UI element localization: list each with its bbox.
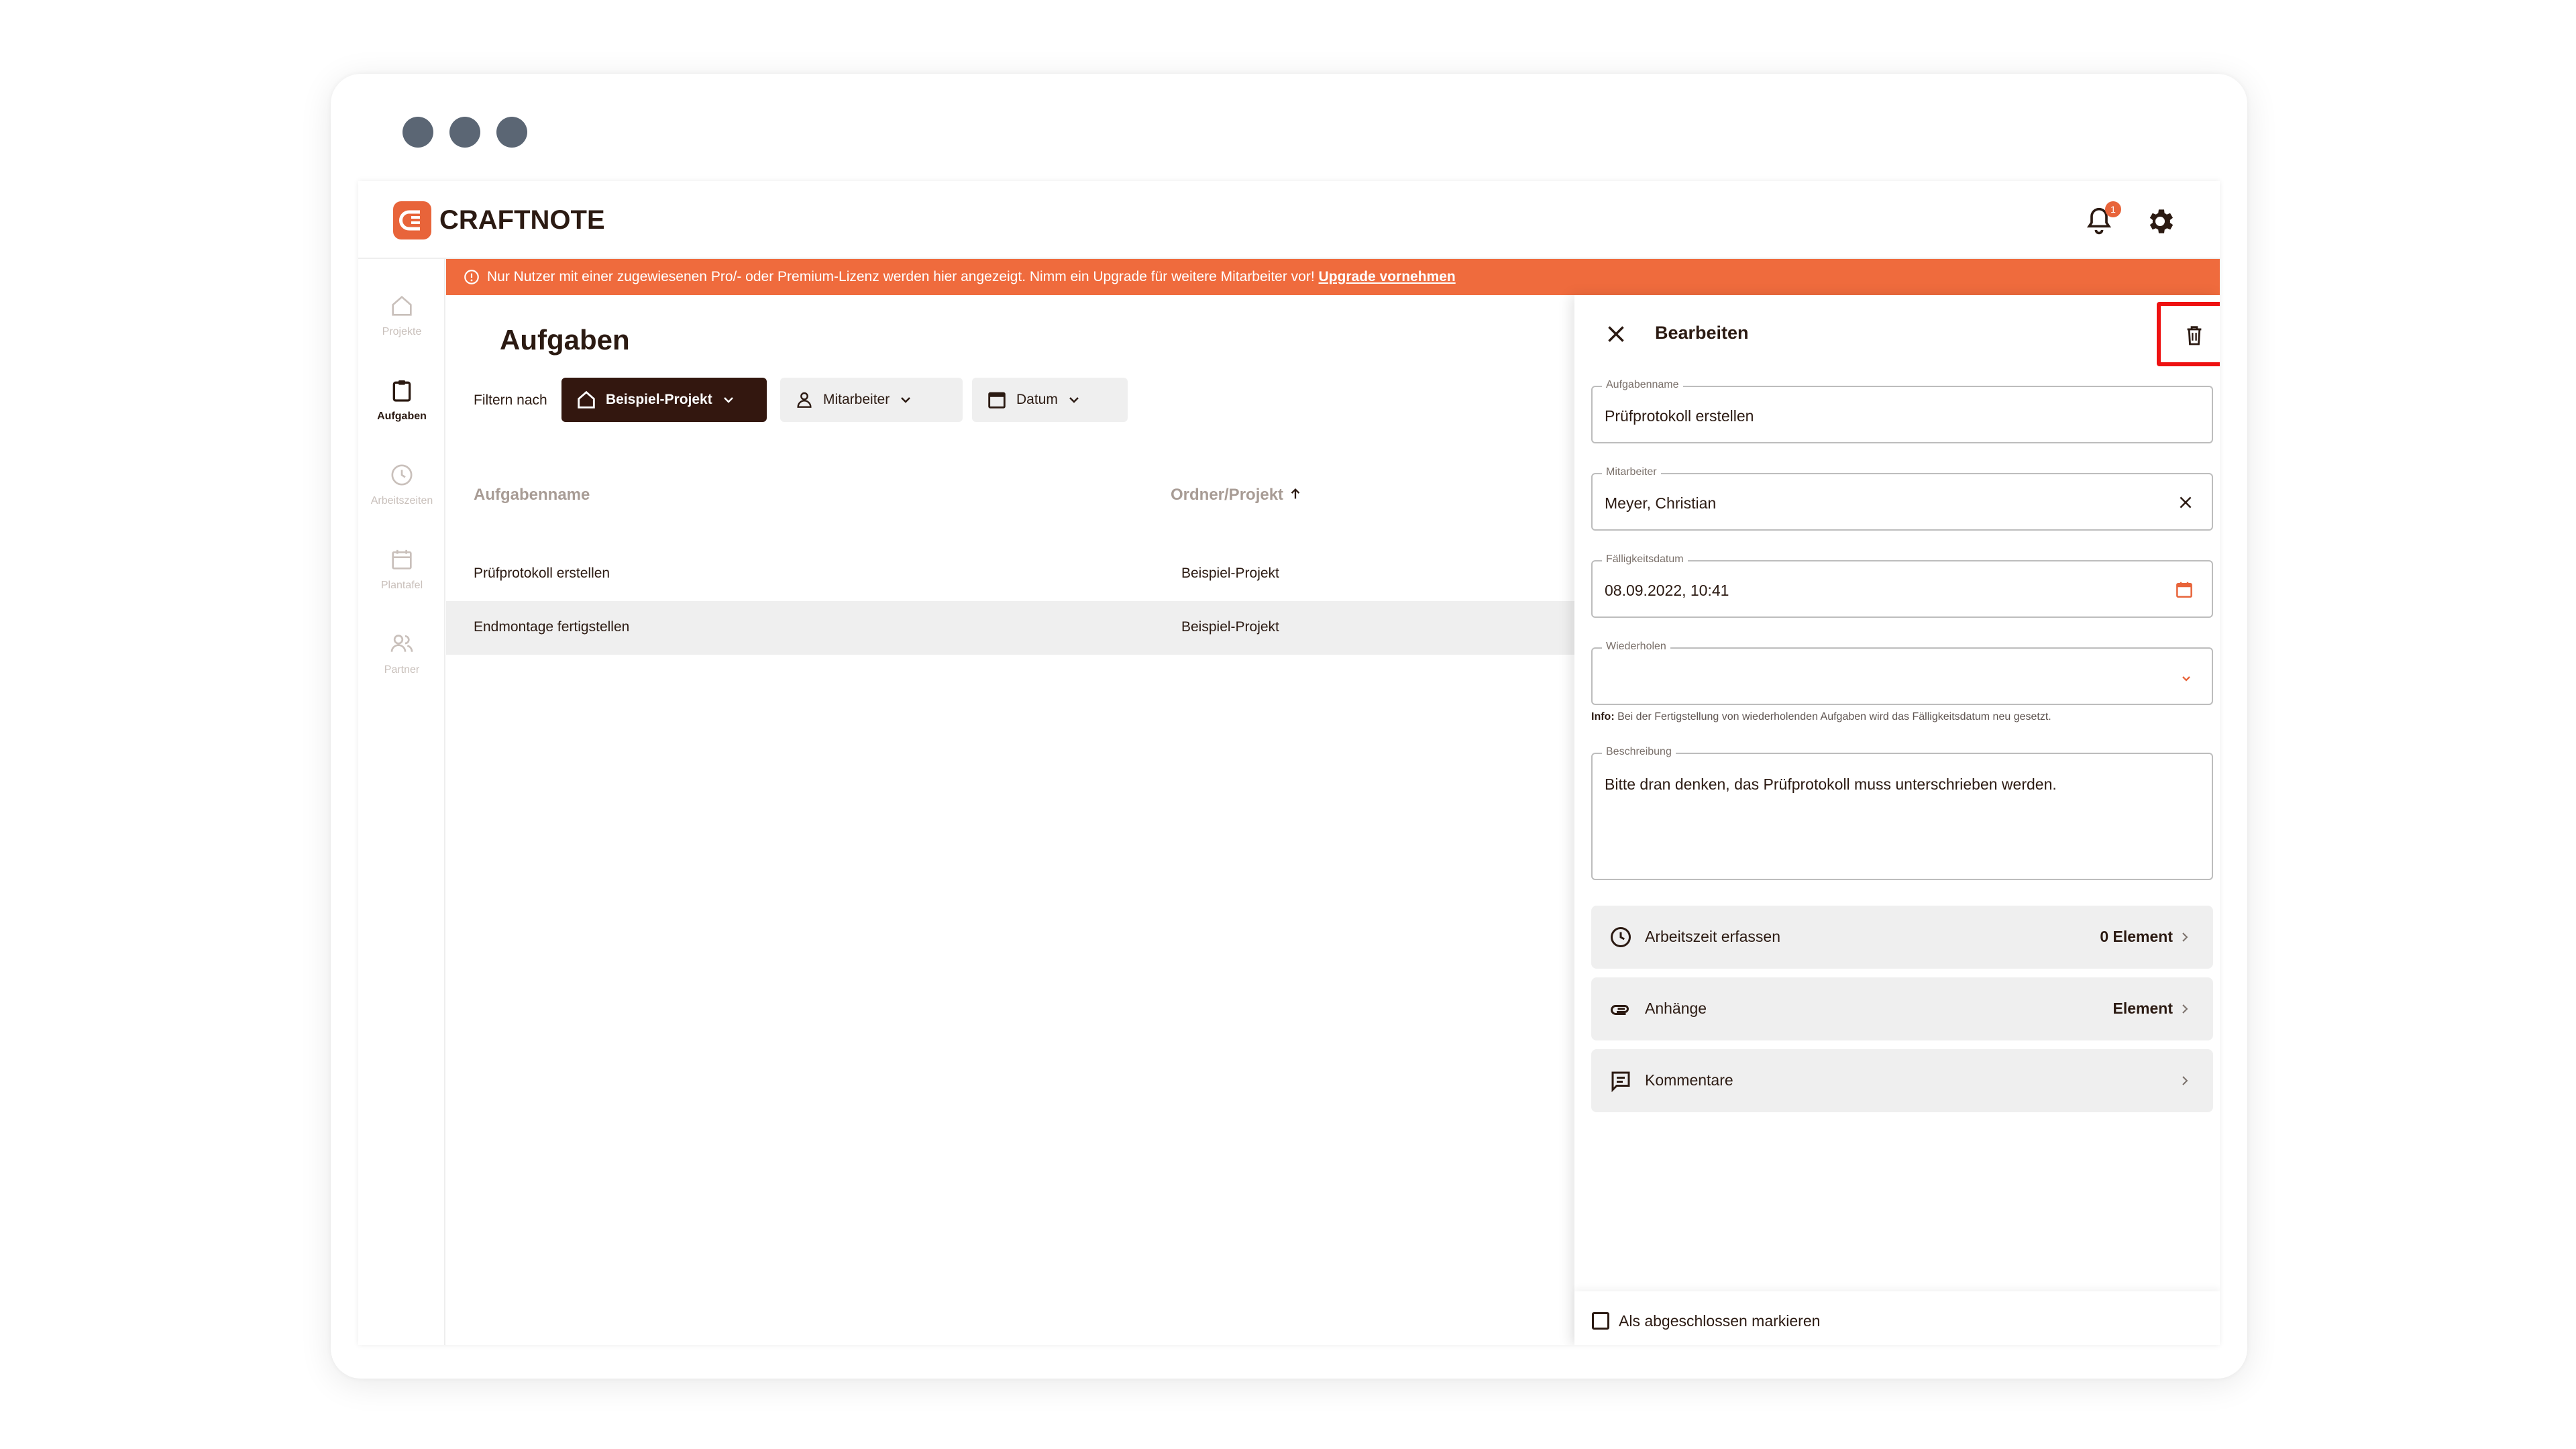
action-label: Arbeitszeit erfassen [1645, 928, 1780, 945]
chevron-down-icon [2182, 676, 2190, 682]
task-name-cell: Prüfprotokoll erstellen [474, 566, 610, 581]
filter-label-employee: Mitarbeiter [823, 392, 890, 407]
table-row[interactable]: Prüfprotokoll erstellen Beispiel-Projekt [446, 547, 1574, 601]
license-banner: Nur Nutzer mit einer zugewiesenen Pro/- … [446, 259, 2220, 295]
calendar-icon [988, 392, 1006, 409]
people-icon [390, 635, 413, 652]
chevron-down-icon [901, 397, 911, 403]
field-value: Bitte dran denken, das Prüfprotokoll mus… [1605, 775, 2057, 793]
window-dot [449, 117, 480, 148]
calendar-icon [392, 549, 412, 570]
repeat-info: Info: Bei der Fertigstellung von wiederh… [1591, 711, 2051, 723]
sidebar-item-label: Arbeitszeiten [370, 495, 433, 506]
close-icon[interactable] [1604, 322, 1628, 346]
task-name-field[interactable]: Aufgabenname Prüfprotokoll erstellen [1591, 379, 2213, 443]
sidebar: Projekte Aufgaben Arbeitszeiten Plantafe… [358, 259, 445, 1345]
top-bar: CRAFTNOTE 1 [358, 181, 2220, 259]
info-icon [464, 270, 479, 285]
app-window: CRAFTNOTE 1 Projekte Aufgaben Arbeitszei… [358, 181, 2220, 1345]
column-header-name[interactable]: Aufgabenname [474, 486, 590, 504]
filter-date-chip[interactable]: Datum [972, 378, 1128, 422]
filter-label: Filtern nach [474, 392, 547, 408]
chevron-down-icon [1069, 397, 1079, 403]
chevron-down-icon [723, 397, 733, 403]
home-icon [392, 295, 412, 316]
action-count: 0 Element [2100, 928, 2173, 945]
field-value: Meyer, Christian [1605, 494, 1717, 512]
sidebar-item-arbeitszeiten[interactable]: Arbeitszeiten [358, 462, 445, 507]
delete-button[interactable] [2157, 302, 2220, 366]
panel-footer: Als abgeschlossen markieren [1574, 1291, 2220, 1345]
logo-icon [393, 201, 431, 239]
filter-label-project: Beispiel-Projekt [606, 392, 712, 407]
info-prefix: Info: [1591, 711, 1615, 722]
chevron-right-icon [2182, 932, 2188, 942]
task-list-area: Aufgaben Filtern nach Beispiel-Projekt M… [446, 295, 1574, 1345]
paperclip-icon [1611, 1005, 1629, 1015]
gear-icon[interactable] [2144, 205, 2176, 237]
complete-checkbox[interactable] [1592, 1312, 1609, 1330]
repeat-select[interactable]: Wiederholen [1591, 641, 2213, 705]
app-name: CRAFTNOTE [439, 205, 605, 235]
task-project-cell: Beispiel-Projekt [1181, 619, 1279, 635]
filter-employee-chip[interactable]: Mitarbeiter [780, 378, 963, 422]
column-header-label: Ordner/Projekt [1171, 486, 1284, 504]
panel-title: Bearbeiten [1655, 323, 1749, 343]
sidebar-item-label: Partner [384, 664, 420, 676]
clock-icon [391, 464, 413, 486]
chevron-right-icon [2182, 1076, 2188, 1085]
banner-text: Nur Nutzer mit einer zugewiesenen Pro/- … [487, 269, 1315, 284]
window-dot [496, 117, 527, 148]
filter-label-date: Datum [1016, 392, 1058, 407]
field-label: Wiederholen [1602, 641, 1670, 653]
sidebar-item-label: Plantafel [380, 580, 423, 591]
window-dot [402, 117, 433, 148]
field-label: Beschreibung [1602, 746, 1676, 758]
employee-field[interactable]: Mitarbeiter Meyer, Christian [1591, 466, 2213, 531]
field-label: Aufgabenname [1602, 379, 1683, 391]
calendar-icon[interactable] [2174, 580, 2194, 600]
comment-icon [1611, 1071, 1630, 1093]
sidebar-item-label: Projekte [382, 326, 422, 337]
attachments-row[interactable]: Anhänge Element [1591, 977, 2213, 1040]
field-value: Prüfprotokoll erstellen [1605, 407, 1754, 425]
info-text: Bei der Fertigstellung von wiederholende… [1617, 711, 2051, 722]
sidebar-item-plantafel[interactable]: Plantafel [358, 546, 445, 592]
notification-badge: 1 [2105, 201, 2121, 217]
description-field[interactable]: Beschreibung Bitte dran denken, das Prüf… [1591, 746, 2213, 880]
upgrade-link[interactable]: Upgrade vornehmen [1319, 269, 1456, 284]
action-label: Anhänge [1645, 1000, 1707, 1017]
clipboard-icon [392, 380, 411, 402]
trash-icon [2187, 326, 2202, 345]
complete-label[interactable]: Als abgeschlossen markieren [1619, 1312, 1820, 1330]
clock-icon [1611, 927, 1631, 947]
arrow-up-icon [1291, 488, 1300, 499]
sidebar-item-aufgaben[interactable]: Aufgaben [358, 377, 445, 423]
sidebar-item-label: Aufgaben [377, 411, 427, 422]
person-icon [797, 392, 812, 408]
table-row[interactable]: Endmontage fertigstellen Beispiel-Projek… [446, 601, 1574, 655]
field-value: 08.09.2022, 10:41 [1605, 582, 1729, 599]
sidebar-item-projekte[interactable]: Projekte [358, 292, 445, 338]
due-date-field[interactable]: Fälligkeitsdatum 08.09.2022, 10:41 [1591, 553, 2213, 618]
filter-project-chip[interactable]: Beispiel-Projekt [561, 378, 767, 422]
action-count: Element [2112, 1000, 2173, 1017]
task-name-cell: Endmontage fertigstellen [474, 619, 630, 635]
column-header-project[interactable]: Ordner/Projekt [1171, 486, 1303, 504]
action-label: Kommentare [1645, 1071, 1733, 1089]
home-icon [578, 390, 595, 409]
page-title: Aufgaben [500, 324, 630, 356]
task-project-cell: Beispiel-Projekt [1181, 566, 1279, 581]
chevron-right-icon [2182, 1004, 2188, 1014]
edit-panel: Bearbeiten Aufgabenname Prüfprotokoll er… [1574, 295, 2220, 1345]
work-time-row[interactable]: Arbeitszeit erfassen 0 Element [1591, 906, 2213, 969]
comments-row[interactable]: Kommentare [1591, 1049, 2213, 1112]
sidebar-item-partner[interactable]: Partner [358, 631, 445, 676]
field-label: Mitarbeiter [1602, 466, 1661, 478]
clear-icon[interactable] [2177, 494, 2194, 511]
field-label: Fälligkeitsdatum [1602, 553, 1688, 566]
